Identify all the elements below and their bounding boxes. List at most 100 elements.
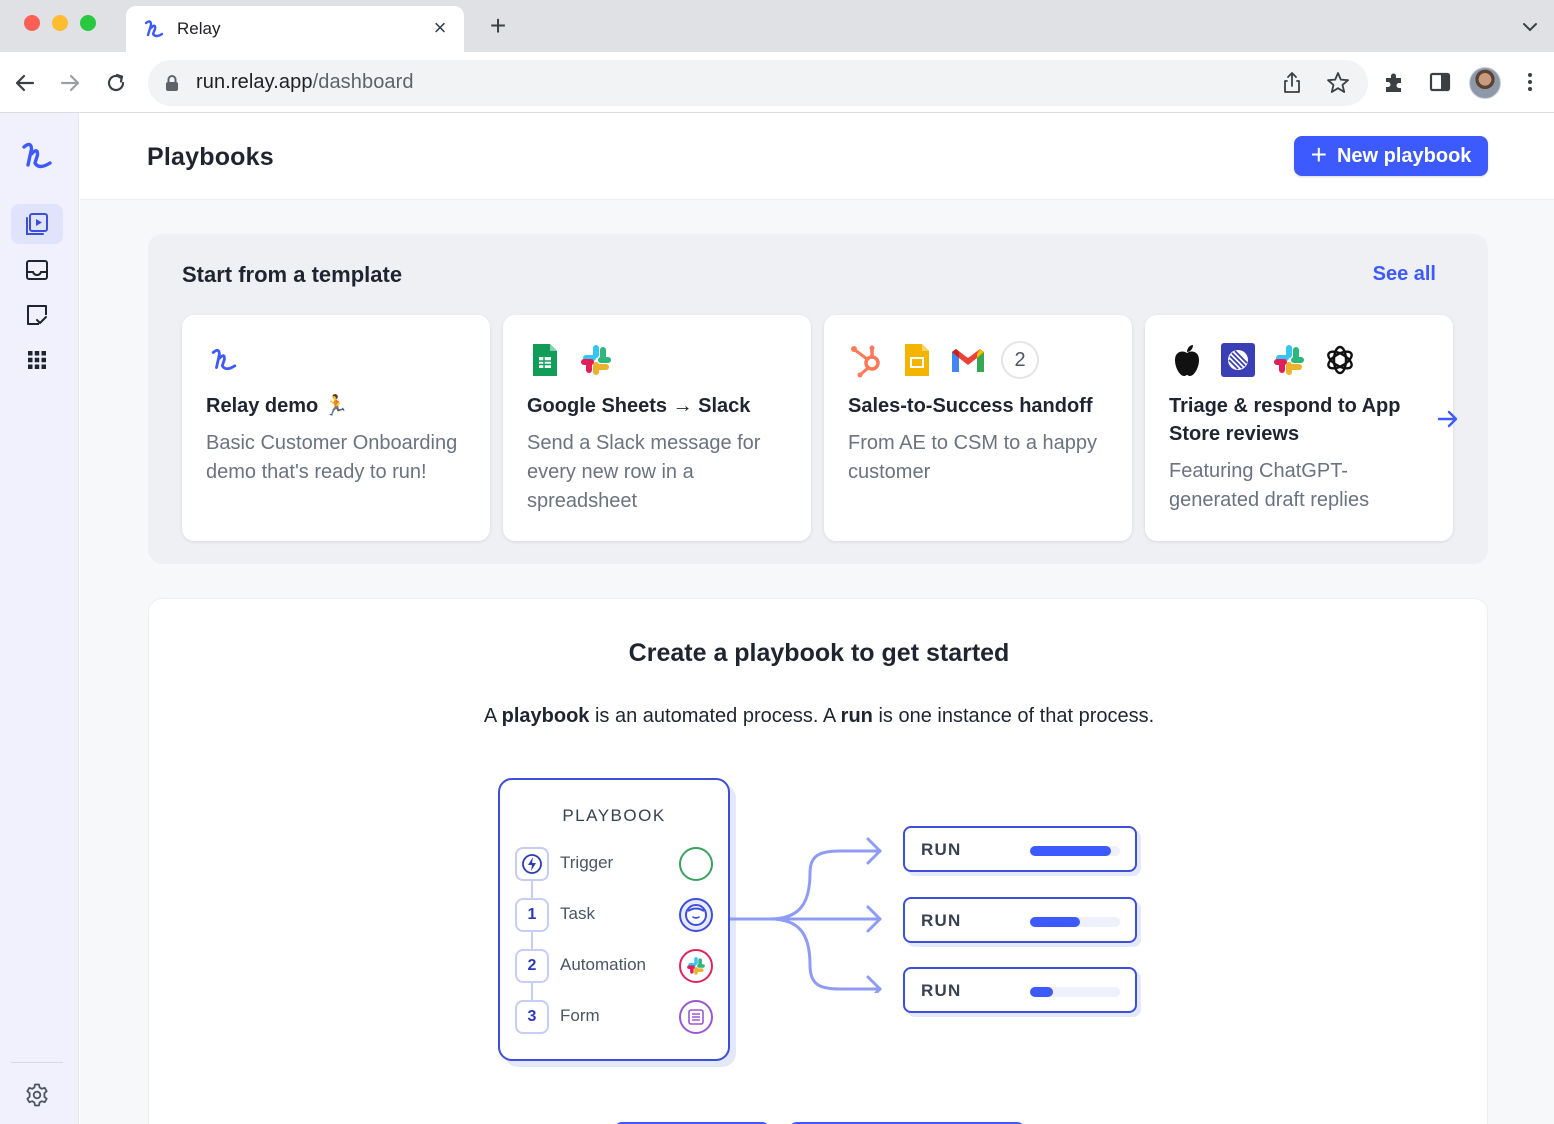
bookmark-star-icon[interactable] xyxy=(1325,70,1351,96)
person-avatar-icon xyxy=(679,898,713,932)
step-label: Form xyxy=(560,1006,600,1025)
gmail-icon xyxy=(950,342,986,378)
step-label: Task xyxy=(560,904,595,923)
run-progress-track xyxy=(1030,917,1120,927)
step-number-badge: 3 xyxy=(515,1000,549,1034)
new-tab-button[interactable]: + xyxy=(484,12,512,41)
run-instance: RUN xyxy=(903,967,1137,1013)
profile-avatar[interactable] xyxy=(1469,67,1501,99)
task-board-icon xyxy=(27,305,47,325)
run-progress-track xyxy=(1030,987,1120,997)
inbox-icon xyxy=(26,260,48,280)
google-sheets-icon xyxy=(527,342,563,378)
google-slides-icon xyxy=(899,342,935,378)
run-progress-fill xyxy=(1030,846,1111,856)
slack-icon xyxy=(578,342,614,378)
template-card-title: Sales-to-Success handoff xyxy=(848,395,1093,417)
relay-logo-icon xyxy=(206,342,242,378)
template-card-sheets-slack[interactable]: Google Sheets → Slack Send a Slack messa… xyxy=(503,315,811,541)
extensions-puzzle-icon[interactable] xyxy=(1381,69,1407,95)
run-progress-fill xyxy=(1030,917,1080,927)
see-all-link[interactable]: See all xyxy=(1373,263,1436,286)
side-panel-icon[interactable] xyxy=(1427,69,1453,95)
trigger-status-ring xyxy=(679,847,713,881)
template-card-description: From AE to CSM to a happy customer xyxy=(848,432,1097,483)
template-card-sales-success[interactable]: 2 Sales-to-Success handoff From AE to CS… xyxy=(824,315,1132,541)
url-text: run.relay.app/dashboard xyxy=(196,71,414,93)
share-icon[interactable] xyxy=(1279,70,1305,96)
run-label: RUN xyxy=(921,840,962,859)
step-label: Trigger xyxy=(560,853,614,872)
grid-icon xyxy=(28,351,46,369)
forward-arrow-icon[interactable] xyxy=(57,70,83,96)
run-progress-fill xyxy=(1030,987,1053,997)
relay-logo-icon[interactable] xyxy=(19,138,55,174)
window-maximize-button[interactable] xyxy=(80,15,96,31)
diagram-step-task: 1 Task xyxy=(515,898,713,932)
tab-title: Relay xyxy=(177,19,221,38)
relay-favicon-icon xyxy=(144,20,164,38)
run-progress-track xyxy=(1030,846,1120,856)
template-card-description: Send a Slack message for every new row i… xyxy=(527,432,761,512)
page-title: Playbooks xyxy=(147,143,274,171)
new-playbook-button[interactable]: + New playbook xyxy=(1294,136,1488,176)
linear-icon xyxy=(1220,342,1256,378)
form-icon xyxy=(679,1000,713,1034)
sidebar-item-playbooks[interactable] xyxy=(11,204,63,244)
diagram-step-trigger: Trigger xyxy=(515,847,713,881)
lightning-icon xyxy=(515,847,549,881)
run-label: RUN xyxy=(921,981,962,1000)
template-card-title: Google Sheets → Slack xyxy=(527,395,751,417)
run-label: RUN xyxy=(921,911,962,930)
sidebar-item-inbox[interactable] xyxy=(11,250,63,290)
branching-arrows xyxy=(730,837,882,993)
playbook-diagram-card: PLAYBOOK Trigger 1 Task 2 Automation 3 F… xyxy=(498,778,730,1061)
slack-icon xyxy=(1271,342,1307,378)
address-bar[interactable]: run.relay.app/dashboard xyxy=(148,60,1368,106)
window-minimize-button[interactable] xyxy=(52,15,68,31)
template-section: Start from a template See all Relay demo… xyxy=(148,234,1488,564)
run-instance: RUN xyxy=(903,897,1137,943)
diagram-step-automation: 2 Automation xyxy=(515,949,713,983)
template-card-description: Featuring ChatGPT-generated draft replie… xyxy=(1169,460,1370,511)
diagram-step-form: 3 Form xyxy=(515,1000,713,1034)
reload-icon[interactable] xyxy=(103,70,129,96)
browser-toolbar: run.relay.app/dashboard xyxy=(0,52,1554,113)
back-arrow-icon[interactable] xyxy=(12,70,38,96)
step-number-badge: 1 xyxy=(515,898,549,932)
tab-close-icon[interactable]: × xyxy=(428,16,452,40)
main-content: Playbooks + New playbook Start from a te… xyxy=(80,113,1554,1124)
slack-icon xyxy=(679,949,713,983)
browser-menu-icon[interactable] xyxy=(1517,69,1543,95)
playbook-diagram-heading: PLAYBOOK xyxy=(562,806,666,825)
page-header: Playbooks + New playbook xyxy=(80,113,1554,200)
app-sidebar xyxy=(0,113,79,1124)
more-apps-count-badge: 2 xyxy=(1001,341,1039,379)
template-card-app-store-reviews[interactable]: Triage & respond to App Store reviews Fe… xyxy=(1145,315,1453,541)
openai-icon xyxy=(1322,342,1358,378)
step-number-badge: 2 xyxy=(515,949,549,983)
window-close-button[interactable] xyxy=(24,15,40,31)
create-playbook-title: Create a playbook to get started xyxy=(628,639,1010,667)
sidebar-item-settings[interactable] xyxy=(11,1075,63,1115)
template-card-title: Triage & respond to App Store reviews xyxy=(1169,395,1401,445)
create-playbook-subtitle: A playbook is an automated process. A ru… xyxy=(483,705,1155,727)
create-playbook-panel: Create a playbook to get started A playb… xyxy=(148,598,1488,1124)
browser-tab-bar: Relay × + xyxy=(0,0,1554,52)
run-instance: RUN xyxy=(903,826,1137,872)
sidebar-item-apps[interactable] xyxy=(11,340,63,380)
plus-icon: + xyxy=(1310,138,1327,170)
gear-icon xyxy=(26,1083,48,1107)
carousel-next-arrow-icon[interactable] xyxy=(1433,404,1463,434)
apple-icon xyxy=(1169,342,1205,378)
sidebar-divider xyxy=(11,1062,63,1063)
template-section-title: Start from a template xyxy=(182,262,403,287)
hubspot-icon xyxy=(848,342,884,378)
step-label: Automation xyxy=(560,955,646,974)
tab-search-chevron-icon[interactable] xyxy=(1520,17,1540,37)
template-card-title: Relay demo 🏃 xyxy=(206,395,349,417)
browser-tab[interactable]: Relay × xyxy=(126,6,464,52)
sidebar-item-tasks[interactable] xyxy=(11,295,63,335)
template-card-relay-demo[interactable]: Relay demo 🏃 Basic Customer Onboarding d… xyxy=(182,315,490,541)
play-square-icon xyxy=(26,213,48,235)
